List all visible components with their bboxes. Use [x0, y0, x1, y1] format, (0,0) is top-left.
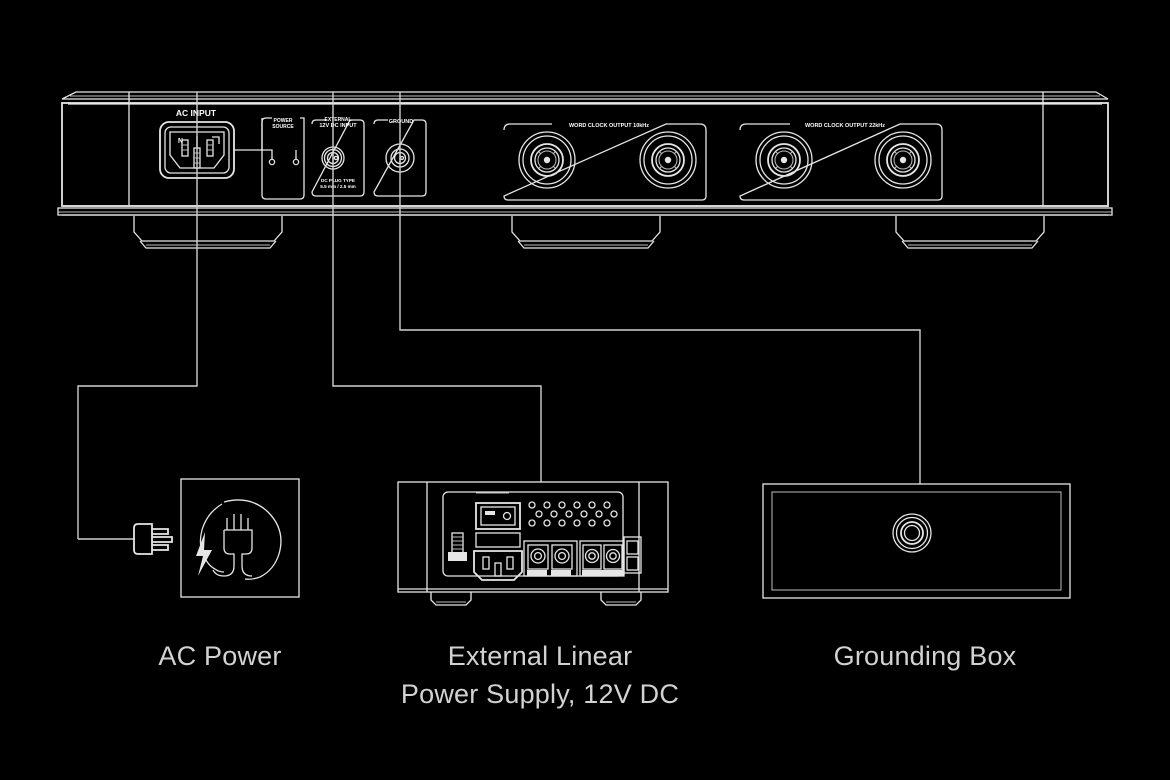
caption-ac-power: AC Power [158, 641, 282, 671]
connector-line-ac-power [77, 92, 198, 539]
ventilation-holes [528, 501, 618, 527]
port-word-clock-output-1[interactable]: WORD CLOCK OUTPUT 10kHz [503, 123, 707, 201]
port-label-power-source-2: SOURCE [272, 124, 294, 130]
port-external-dc-input[interactable]: EXTERNAL 12V DC INPUT DC PLUG TYPE 5.5 m… [311, 117, 365, 197]
bnc-connector[interactable] [874, 131, 932, 189]
chassis-foot [133, 216, 283, 249]
dc-output-jack[interactable] [603, 544, 623, 570]
device-chassis [57, 91, 1113, 249]
chassis-foot [511, 216, 661, 249]
port-power-source[interactable]: POWER SOURCE [234, 117, 305, 200]
port-sublabel-dc-plug-2: 5.5 mm / 2.5 mm [320, 184, 356, 189]
plug-icon [133, 523, 173, 555]
dc-output-jack[interactable] [582, 544, 602, 570]
wall-outlet-plug-icon [196, 499, 282, 580]
grounding-post[interactable] [892, 513, 932, 553]
chassis-foot [895, 216, 1045, 249]
caption-linear-power-supply: External Linear Power Supply, 12V DC [400, 641, 680, 709]
dc-output-jack[interactable] [527, 544, 549, 570]
peripheral-linear-power-supply[interactable] [397, 481, 669, 606]
port-label-wc-out-2: WORD CLOCK OUTPUT 22kHz [805, 123, 885, 129]
port-label-ext-dc-2: 12V DC INPUT [319, 123, 357, 129]
port-sublabel-dc-plug-1: DC PLUG TYPE [321, 178, 355, 183]
port-label-ground: GROUND [389, 119, 413, 125]
peripheral-grounding-box[interactable] [762, 483, 1071, 599]
port-word-clock-output-2[interactable]: WORD CLOCK OUTPUT 22kHz [739, 123, 943, 201]
peripheral-ac-power[interactable] [78, 478, 300, 598]
bnc-connector[interactable] [639, 131, 697, 189]
caption-grounding-box: Grounding Box [833, 641, 1017, 671]
port-label-wc-out-1: WORD CLOCK OUTPUT 10kHz [569, 123, 649, 129]
bnc-connector[interactable] [518, 131, 576, 189]
bnc-connector[interactable] [755, 131, 813, 189]
dc-output-jack[interactable] [551, 544, 573, 570]
diagram-canvas: .ln { fill:none; stroke:#e6e6e6; stroke-… [0, 0, 1170, 780]
